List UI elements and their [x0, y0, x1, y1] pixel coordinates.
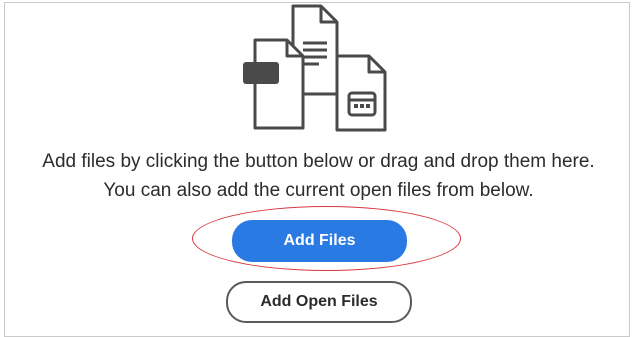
multiple-files-icon — [235, 0, 403, 132]
instructions-line-2: You can also add the current open files … — [103, 180, 534, 201]
instructions-line-1: Add files by clicking the button below o… — [42, 151, 595, 172]
add-files-button[interactable]: Add Files — [232, 220, 407, 262]
add-open-files-button[interactable]: Add Open Files — [226, 281, 412, 323]
instructions-text: Add files by clicking the button below o… — [0, 147, 637, 205]
